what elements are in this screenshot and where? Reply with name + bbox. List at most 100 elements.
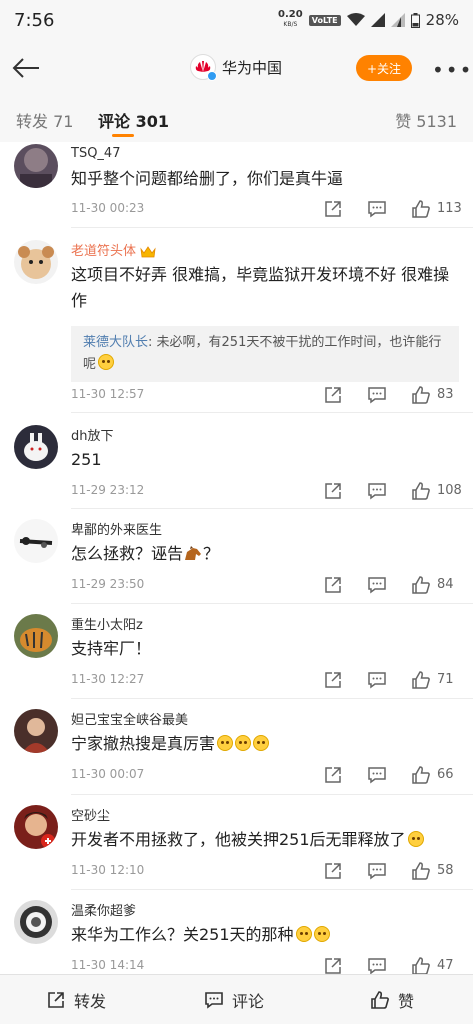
comment-username[interactable]: dh放下 xyxy=(71,425,114,444)
comment-reply[interactable]: 莱德大队长: 未必啊，有251天不被干扰的工作时间，也许能行呢 xyxy=(71,326,459,382)
avatar[interactable] xyxy=(14,900,58,944)
comment-text: 这项目不好弄 很难搞，毕竟监狱开发环境不好 很难操作 xyxy=(71,265,450,310)
emoji-icon xyxy=(407,831,424,847)
comment-icon[interactable] xyxy=(367,765,387,785)
wifi-icon xyxy=(346,13,365,26)
share-icon[interactable] xyxy=(323,481,343,501)
share-icon[interactable] xyxy=(323,670,343,690)
comment-text: 支持牢厂！ xyxy=(71,639,152,658)
comment-meta: 11-30 12:10 58 xyxy=(71,861,461,881)
comment-text-part: 来华为工作么？关251天的那种 xyxy=(71,925,294,944)
comment-label: 评论 xyxy=(232,992,265,1011)
avatar-image-icon xyxy=(14,709,58,753)
comment-username[interactable]: 空砂尘 xyxy=(71,805,110,824)
comment-icon[interactable] xyxy=(367,956,387,974)
comment-meta: 11-29 23:12 108 xyxy=(71,481,462,501)
comment-username[interactable]: 重生小太阳z xyxy=(71,614,143,633)
share-icon[interactable] xyxy=(323,575,343,595)
share-icon[interactable] xyxy=(323,861,343,881)
comment-item: 空砂尘 开发者不用拯救了，他被关押251后无罪释放了 11-30 12:10 5… xyxy=(0,795,473,890)
thumbs-up-icon[interactable] xyxy=(411,481,431,501)
thumbs-up-icon[interactable] xyxy=(411,956,431,974)
avatar[interactable] xyxy=(14,805,58,849)
avatar-image-icon xyxy=(14,805,58,849)
comment-username[interactable]: 老道符头体 xyxy=(71,240,156,259)
comment-time: 11-30 00:23 xyxy=(71,201,145,215)
like-count: 83 xyxy=(437,387,454,402)
status-icons: 0.20 KB/S VoLTE 28% xyxy=(278,10,459,30)
share-icon[interactable] xyxy=(323,199,343,219)
tab-comment[interactable]: 评论 301 xyxy=(98,108,169,132)
like-count: 47 xyxy=(437,958,454,973)
comment-meta: 11-30 12:27 71 xyxy=(71,670,461,690)
comment-text-part: ？ xyxy=(203,544,220,563)
avatar-image-icon xyxy=(14,144,58,188)
like-count: 58 xyxy=(437,863,454,878)
comment-list[interactable]: TSQ_47 知乎整个问题都给删了，你们是真牛逼 11-30 00:23 113… xyxy=(0,142,473,974)
comment-icon[interactable] xyxy=(367,575,387,595)
comment-username[interactable]: TSQ_47 xyxy=(71,146,120,161)
thumbs-up-icon[interactable] xyxy=(411,861,431,881)
comment-username[interactable]: 卑鄙的外来医生 xyxy=(71,519,162,538)
thumbs-up-icon[interactable] xyxy=(411,575,431,595)
horse-emoji-icon xyxy=(185,546,202,560)
thumbs-up-icon[interactable] xyxy=(411,385,431,405)
back-button[interactable] xyxy=(8,50,44,86)
reply-username[interactable]: 莱德大队长 xyxy=(83,335,148,350)
thumbs-up-icon[interactable] xyxy=(411,765,431,785)
comment-icon[interactable] xyxy=(367,861,387,881)
avatar[interactable] xyxy=(14,425,58,469)
like-label: 赞 xyxy=(398,992,415,1011)
follow-button[interactable]: +关注 xyxy=(356,55,412,81)
comment-item: dh放下 251 11-29 23:12 108 xyxy=(0,413,473,509)
verified-badge-icon xyxy=(207,71,217,81)
like-button[interactable]: 赞 xyxy=(370,975,414,1024)
thumbs-up-icon[interactable] xyxy=(411,670,431,690)
vip-crown-icon xyxy=(140,245,156,257)
comment-username[interactable]: 妲己宝宝全峡谷最美 xyxy=(71,709,188,728)
share-icon[interactable] xyxy=(323,765,343,785)
tab-repost[interactable]: 转发 71 xyxy=(16,108,73,132)
share-icon[interactable] xyxy=(323,385,343,405)
more-options-button[interactable]: ••• xyxy=(432,58,473,82)
tab-bar: 转发 71 评论 301 赞 5131 xyxy=(0,96,473,142)
comment-time: 11-30 00:07 xyxy=(71,767,145,781)
comment-item: 卑鄙的外来医生 怎么拯救？诬告 ？ 11-29 23:50 84 xyxy=(0,509,473,604)
emoji-icon xyxy=(295,926,312,942)
comment-text: 知乎整个问题都给删了，你们是真牛逼 xyxy=(71,169,344,188)
comment-icon[interactable] xyxy=(367,481,387,501)
like-count: 113 xyxy=(437,201,462,216)
comment-button[interactable]: 评论 xyxy=(204,975,264,1024)
repost-label: 转发 xyxy=(74,992,107,1011)
avatar[interactable] xyxy=(14,519,58,563)
avatar[interactable] xyxy=(14,240,58,284)
status-time: 7:56 xyxy=(14,9,55,31)
comment-text: 来华为工作么？关251天的那种 xyxy=(71,922,456,948)
comment-icon[interactable] xyxy=(367,385,387,405)
avatar[interactable] xyxy=(14,614,58,658)
signal-empty-icon xyxy=(390,13,405,27)
network-speed: 0.20 KB/S xyxy=(278,10,303,30)
repost-button[interactable]: 转发 xyxy=(46,975,106,1024)
comment-time: 11-30 12:57 xyxy=(71,387,145,401)
comment-text: 251 xyxy=(71,450,102,469)
comment-time: 11-30 12:27 xyxy=(71,672,145,686)
avatar[interactable] xyxy=(14,144,58,188)
avatar-image-icon xyxy=(14,425,58,469)
comment-icon[interactable] xyxy=(367,670,387,690)
comment-meta: 11-30 14:14 47 xyxy=(71,956,461,974)
comment-text: 怎么拯救？诬告 ？ xyxy=(71,541,456,567)
comment-username[interactable]: 温柔你超爹 xyxy=(71,900,136,919)
emoji-icon xyxy=(235,735,252,751)
avatar-image-icon xyxy=(14,240,58,284)
comment-icon[interactable] xyxy=(367,199,387,219)
share-icon[interactable] xyxy=(323,956,343,974)
account-info[interactable]: 华为中国 xyxy=(190,54,282,81)
avatar[interactable] xyxy=(14,709,58,753)
comment-item: 温柔你超爹 来华为工作么？关251天的那种 11-30 14:14 47 xyxy=(0,890,473,974)
back-arrow-icon xyxy=(12,58,39,78)
tab-like[interactable]: 赞 5131 xyxy=(395,108,457,132)
thumbs-up-icon[interactable] xyxy=(411,199,431,219)
like-count: 66 xyxy=(437,767,454,782)
comment-item: 老道符头体 这项目不好弄 很难搞，毕竟监狱开发环境不好 很难操作 莱德大队长: … xyxy=(0,228,473,413)
